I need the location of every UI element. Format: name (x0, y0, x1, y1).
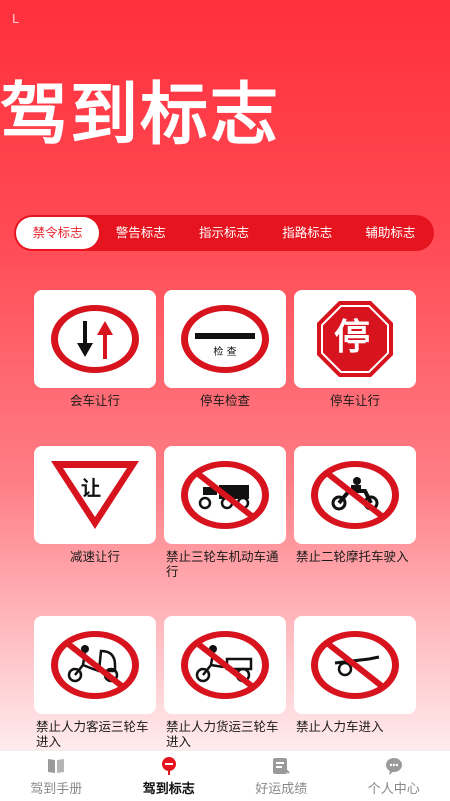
sign-card-stop-yield[interactable]: 停 停车让行 (294, 290, 416, 408)
sign-label: 禁止人力客运三轮车进入 (34, 719, 156, 749)
tab-guide[interactable]: 指路标志 (266, 217, 349, 249)
meeting-yield-sign-icon (49, 303, 141, 375)
nav-label: 好运成绩 (255, 778, 307, 797)
tab-indication[interactable]: 指示标志 (182, 217, 265, 249)
sign-label: 停车让行 (294, 393, 416, 408)
sign-label: 会车让行 (34, 393, 156, 408)
sign-card-stop-inspection[interactable]: 检 查 停车检查 (164, 290, 286, 408)
nav-label: 驾到标志 (143, 778, 195, 797)
sign-label: 禁止三轮车机动车通行 (164, 549, 286, 579)
sign-label: 禁止人力货运三轮车进入 (164, 719, 286, 749)
nav-item-profile[interactable]: 个人中心 (338, 751, 450, 801)
nav-item-handbook[interactable]: 驾到手册 (0, 751, 113, 801)
bottom-navigation: 驾到手册 驾到标志 好运成绩 (0, 750, 450, 801)
category-tabs: 禁令标志 警告标志 指示标志 指路标志 辅助标志 (14, 215, 434, 251)
tab-prohibition[interactable]: 禁令标志 (16, 217, 99, 249)
sign-label: 停车检查 (164, 393, 286, 408)
stop-inspection-sign-icon (179, 303, 271, 375)
score-card-icon (271, 756, 291, 776)
tab-auxiliary[interactable]: 辅助标志 (349, 217, 432, 249)
nav-item-scores[interactable]: 好运成绩 (225, 751, 338, 801)
status-indicator: L (12, 12, 19, 26)
book-icon (46, 756, 66, 776)
sign-label: 禁止人力车进入 (294, 719, 416, 734)
sign-card-no-cargo-pedicab[interactable]: 禁止人力货运三轮车进入 (164, 616, 286, 749)
page-title: 驾到标志 (0, 82, 450, 150)
no-motor-tricycle-icon (179, 459, 271, 531)
nav-label: 个人中心 (368, 778, 420, 797)
sign-card-meeting-yield[interactable]: 会车让行 (34, 290, 156, 408)
nav-label: 驾到手册 (30, 778, 82, 797)
tab-warning[interactable]: 警告标志 (99, 217, 182, 249)
sign-text-inspect: 检 查 (213, 343, 236, 358)
nav-item-signs[interactable]: 驾到标志 (113, 751, 226, 801)
no-cargo-pedicab-icon (179, 629, 271, 701)
sign-card-no-tricycle-motor[interactable]: 禁止三轮车机动车通行 (164, 446, 286, 579)
sign-label: 减速让行 (34, 549, 156, 564)
no-motorcycle-icon (309, 459, 401, 531)
sign-label: 禁止二轮摩托车驶入 (294, 549, 416, 564)
no-handcart-icon (309, 629, 401, 701)
sign-card-no-passenger-pedicab[interactable]: 禁止人力客运三轮车进入 (34, 616, 156, 749)
no-passenger-pedicab-icon (49, 629, 141, 701)
sign-card-no-handcart[interactable]: 禁止人力车进入 (294, 616, 416, 734)
chat-bubble-icon (384, 756, 404, 776)
sign-text-yield: 让 (81, 476, 101, 500)
sign-post-icon (159, 756, 179, 776)
sign-card-no-motorcycle[interactable]: 禁止二轮摩托车驶入 (294, 446, 416, 564)
sign-card-slow-yield[interactable]: 让 减速让行 (34, 446, 156, 564)
sign-text-stop: 停 (334, 316, 370, 360)
